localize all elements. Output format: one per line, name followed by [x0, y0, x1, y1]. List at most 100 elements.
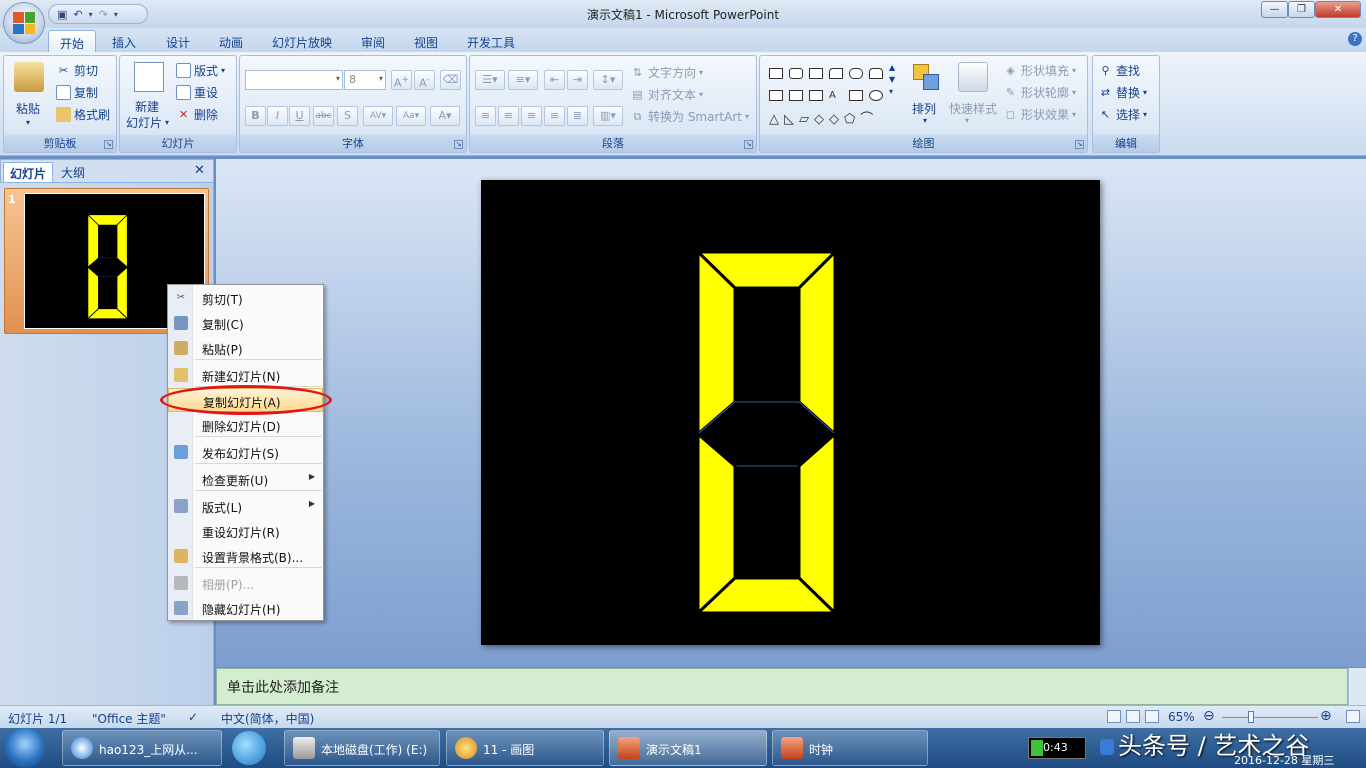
start-button[interactable] [5, 728, 45, 768]
arrange-icon[interactable] [911, 62, 941, 92]
delete-button[interactable]: ✕ 删除 [176, 106, 218, 123]
zoom-slider-thumb[interactable] [1248, 711, 1254, 723]
numbering-button[interactable]: ≡▾ [508, 70, 538, 90]
select-button[interactable]: ↖ 选择 ▾ [1098, 106, 1147, 123]
bullets-button[interactable]: ☰▾ [475, 70, 505, 90]
new-slide-icon[interactable] [134, 62, 164, 92]
slide-sorter-button[interactable] [1126, 710, 1140, 723]
slideshow-view-button[interactable] [1145, 710, 1159, 723]
tab-animation[interactable]: 动画 [211, 30, 251, 52]
align-text-button[interactable]: ▤ 对齐文本 ▾ [630, 86, 703, 103]
layout-button[interactable]: 版式 ▾ [176, 62, 225, 79]
spellcheck-icon[interactable]: ✓ [188, 710, 198, 724]
reset-button[interactable]: 重设 [176, 84, 218, 101]
fit-to-window-button[interactable] [1346, 710, 1360, 723]
quick-styles-dropdown-icon[interactable]: ▾ [965, 116, 969, 125]
grow-font-button[interactable]: A+ [391, 70, 412, 90]
taskbar-item-paint[interactable]: 11 - 画图 [446, 730, 604, 766]
smartart-button[interactable]: ⧉ 转换为 SmartArt ▾ [630, 108, 749, 125]
tab-home[interactable]: 开始 [48, 30, 96, 52]
find-button[interactable]: ⚲ 查找 [1098, 62, 1140, 79]
digit-eight-shape[interactable] [481, 180, 1100, 645]
bold-button[interactable]: B [245, 106, 266, 126]
shadow-button[interactable]: S [337, 106, 358, 126]
font-name-combo[interactable]: ▾ [245, 70, 343, 90]
close-icon[interactable]: ✕ [194, 163, 205, 178]
font-size-combo[interactable]: 8 ▾ [344, 70, 386, 90]
tab-view[interactable]: 视图 [406, 30, 446, 52]
context-menu-item[interactable]: 粘贴(P) [168, 336, 323, 360]
normal-view-button[interactable] [1107, 710, 1121, 723]
shape-round-rect[interactable] [789, 68, 803, 79]
taskbar-item-browser[interactable]: hao123_上网从... [62, 730, 222, 766]
context-menu-item[interactable]: 新建幻灯片(N) [168, 363, 323, 387]
dialog-launcher-icon[interactable]: ↘ [454, 140, 463, 149]
maximize-button[interactable]: ❐ [1288, 1, 1315, 18]
distributed-button[interactable]: ≣ [567, 106, 588, 126]
dialog-launcher-icon[interactable]: ↘ [1075, 140, 1084, 149]
shape-rect-5[interactable] [849, 90, 863, 101]
ie-icon[interactable] [232, 731, 266, 765]
customize-qat-icon[interactable]: ▾ [114, 10, 118, 19]
help-icon[interactable]: ? [1348, 32, 1362, 46]
tab-outline-panel[interactable]: 大纲 [55, 162, 91, 182]
paste-icon[interactable] [14, 62, 44, 92]
quick-styles-icon[interactable] [958, 62, 988, 92]
replace-button[interactable]: ⇄ 替换 ▾ [1098, 84, 1147, 101]
shape-row-3[interactable]: △◺▱◇◇⬠⌒ [769, 108, 878, 127]
shape-effects-button[interactable]: ◻ 形状效果 ▾ [1003, 106, 1076, 123]
vertical-scrollbar[interactable] [1348, 668, 1366, 705]
office-button[interactable] [3, 2, 45, 44]
italic-button[interactable]: I [267, 106, 288, 126]
shape-rect-2[interactable] [769, 90, 783, 101]
shape-rect[interactable] [769, 68, 783, 79]
system-clock[interactable]: 2016-12-28 星期三 [1234, 752, 1334, 768]
shape-oval[interactable] [869, 90, 883, 101]
undo-icon[interactable]: ↶ [73, 8, 82, 21]
new-slide-label[interactable]: 新建 [135, 98, 159, 115]
align-right-button[interactable]: ≡ [521, 106, 542, 126]
shape-outline-button[interactable]: ✎ 形状轮廓 ▾ [1003, 84, 1076, 101]
strikethrough-button[interactable]: abc [313, 106, 334, 126]
save-icon[interactable]: ▣ [57, 8, 67, 21]
arrange-dropdown-icon[interactable]: ▾ [923, 116, 927, 125]
change-case-button[interactable]: Aa▾ [396, 106, 426, 126]
context-menu-item[interactable]: 设置背景格式(B)... [168, 544, 323, 568]
tab-design[interactable]: 设计 [158, 30, 198, 52]
notes-pane[interactable]: 单击此处添加备注 [216, 668, 1348, 705]
shape-tab[interactable] [869, 68, 883, 79]
shield-icon[interactable] [1100, 739, 1114, 755]
slide-canvas[interactable] [481, 180, 1100, 645]
context-menu-item[interactable]: 重设幻灯片(R) [168, 519, 323, 543]
shape-rect-3[interactable] [789, 90, 803, 101]
quick-access-toolbar[interactable]: ▣ ↶ ▾ ↷ ▾ [48, 4, 148, 24]
dialog-launcher-icon[interactable]: ↘ [744, 140, 753, 149]
taskbar-item-explorer[interactable]: 本地磁盘(工作) (E:) [284, 730, 440, 766]
context-menu-item[interactable]: 隐藏幻灯片(H) [168, 596, 323, 620]
justify-button[interactable]: ≡ [544, 106, 565, 126]
dialog-launcher-icon[interactable]: ↘ [104, 140, 113, 149]
battery-indicator[interactable]: 0:43 [1028, 737, 1086, 759]
new-slide-button[interactable]: 幻灯片 ▾ [126, 114, 169, 131]
shapes-gallery[interactable]: A △◺▱◇◇⬠⌒ [764, 61, 904, 131]
arrange-button[interactable]: 排列 [912, 100, 936, 117]
decrease-indent-button[interactable]: ⇤ [544, 70, 565, 90]
tab-slideshow[interactable]: 幻灯片放映 [264, 30, 340, 52]
minimize-button[interactable]: — [1261, 1, 1288, 18]
context-menu-item[interactable]: 检查更新(U) ▶ [168, 467, 323, 491]
text-direction-button[interactable]: ⇅ 文字方向 ▾ [630, 64, 703, 81]
zoom-out-icon[interactable]: ⊖ [1203, 708, 1215, 724]
align-left-button[interactable]: ≡ [475, 106, 496, 126]
shape-snip-rect[interactable] [809, 68, 823, 79]
redo-icon[interactable]: ↷ [99, 8, 108, 21]
context-menu-item[interactable]: 版式(L) ▶ [168, 494, 323, 518]
taskbar-item-clock[interactable]: 时钟 [772, 730, 928, 766]
quick-styles-button[interactable]: 快速样式 [949, 100, 997, 117]
format-painter-button[interactable]: 格式刷 [56, 106, 110, 123]
columns-button[interactable]: ▥▾ [593, 106, 623, 126]
paste-button[interactable]: 粘贴 [16, 100, 40, 117]
shape-fill-button[interactable]: ◈ 形状填充 ▾ [1003, 62, 1076, 79]
char-spacing-button[interactable]: AV▾ [363, 106, 393, 126]
underline-button[interactable]: U [289, 106, 310, 126]
shape-rounded[interactable] [849, 68, 863, 79]
